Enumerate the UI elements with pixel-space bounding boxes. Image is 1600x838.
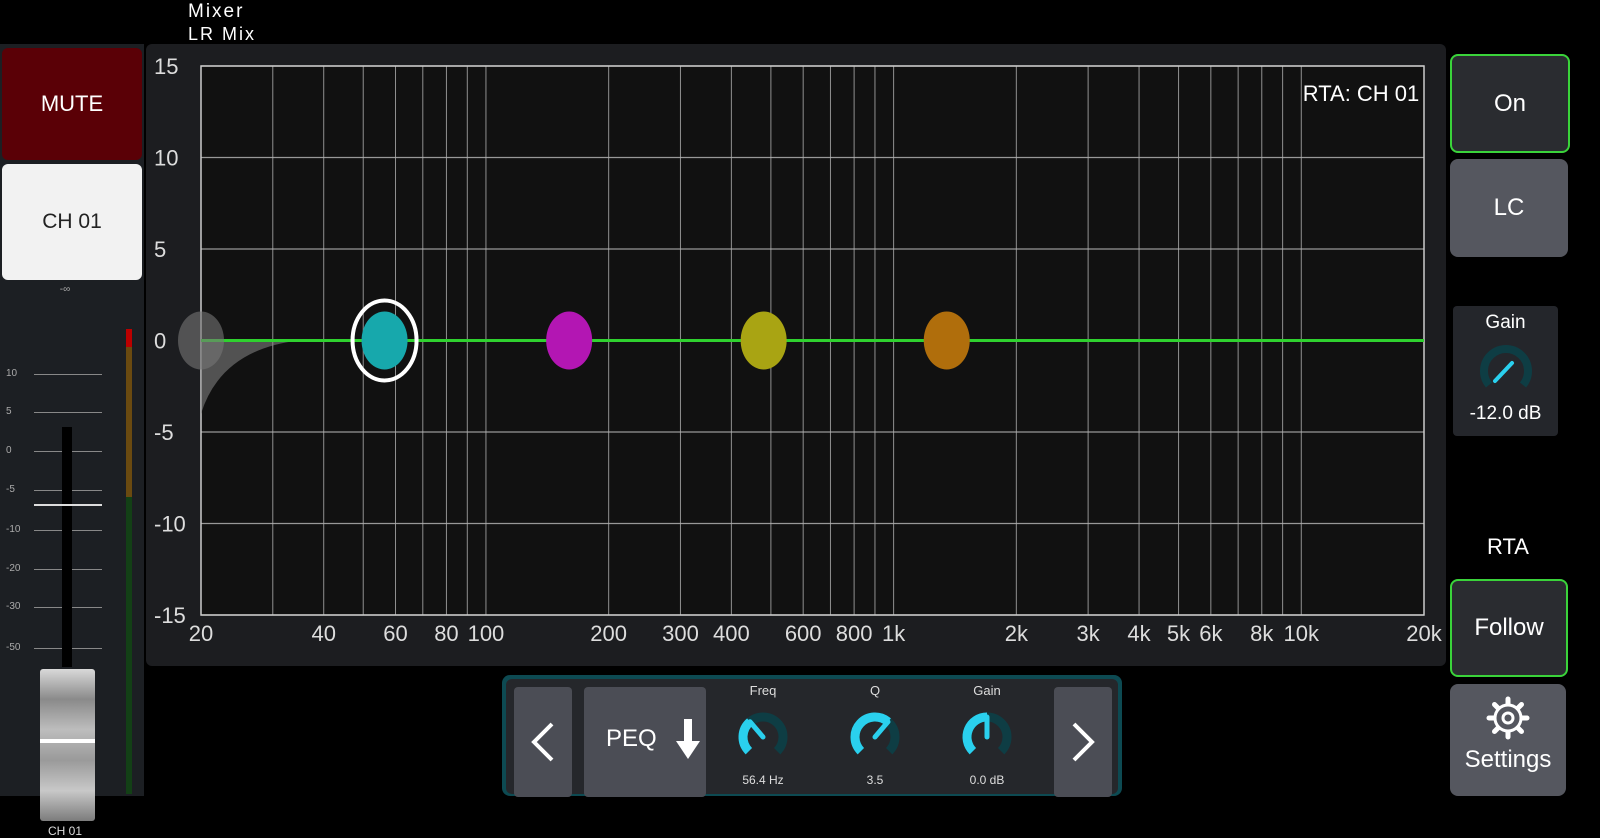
y-tick-label: 5 xyxy=(154,237,166,262)
gain-label: Gain xyxy=(973,683,1001,698)
fader-scale-tick xyxy=(34,374,102,375)
chevron-right-icon xyxy=(1072,722,1095,762)
x-tick-label: 800 xyxy=(836,621,873,646)
channel-select-button[interactable]: CH 01 xyxy=(2,164,142,280)
y-tick-label: -15 xyxy=(154,603,186,628)
q-value: 3.5 xyxy=(866,773,884,787)
x-tick-label: 3k xyxy=(1076,621,1100,646)
fader-scale-label: -5 xyxy=(6,484,15,495)
previous-band-button[interactable] xyxy=(514,687,572,797)
freq-knob[interactable]: Freq 56.4 Hz xyxy=(718,683,808,793)
eq-band-band-2[interactable] xyxy=(546,311,593,370)
fader-unity-mark xyxy=(34,504,102,506)
dial-pointer xyxy=(747,719,766,740)
channel-footer-label: CH 01 xyxy=(47,824,82,838)
x-tick-label: 60 xyxy=(383,621,407,646)
eq-gain-value: -12.0 dB xyxy=(1469,403,1542,424)
fader-scale-tick xyxy=(34,412,102,413)
x-tick-label: 6k xyxy=(1199,621,1223,646)
rta-source-label: RTA: CH 01 xyxy=(1303,81,1420,106)
fader-track xyxy=(62,427,72,667)
gain-knob[interactable]: Gain 0.0 dB xyxy=(942,683,1032,793)
fader-scale-label: 5 xyxy=(6,406,12,417)
y-tick-label: 15 xyxy=(154,54,178,79)
eq-graph[interactable]: 20 40 60 80 100 200 300 400 600 800 1k 2k 3k 4k 5k 6k 8k… xyxy=(146,44,1446,666)
mix-name: LR Mix xyxy=(188,24,257,44)
freq-label: Freq xyxy=(749,683,777,698)
top-bar: Mixer LR Mix xyxy=(0,0,1600,44)
settings-label: Settings xyxy=(1464,746,1552,773)
fader-scale-label: -30 xyxy=(6,601,21,612)
eq-band-band-3[interactable] xyxy=(740,311,787,370)
channel-strip: MUTE CH 01 -∞ 10 5 0 -5 -10 -20 -30 -50 CH 01 xyxy=(0,44,144,838)
x-tick-label: 20k xyxy=(1406,621,1442,646)
fader-scale-label: -20 xyxy=(6,563,21,574)
x-tick-label: 200 xyxy=(590,621,627,646)
dial-pointer xyxy=(872,719,891,740)
q-knob[interactable]: Q 3.5 xyxy=(830,683,920,793)
filter-type-label: PEQ xyxy=(606,725,657,752)
gain-dial-icon xyxy=(1480,345,1532,388)
x-tick-label: 80 xyxy=(434,621,458,646)
x-tick-label: 8k xyxy=(1250,621,1274,646)
y-tick-label: -5 xyxy=(154,420,174,445)
eq-on-button[interactable]: On xyxy=(1450,54,1570,153)
fader-scale-label: 10 xyxy=(6,368,18,379)
dial-arc xyxy=(962,712,988,755)
y-tick-label: -10 xyxy=(154,512,186,537)
arrow-down-icon xyxy=(676,719,700,759)
gear-icon xyxy=(1486,696,1530,740)
gain-dial-icon xyxy=(962,712,1012,755)
fader-handle[interactable] xyxy=(40,669,95,821)
app-title: Mixer xyxy=(188,1,245,22)
mute-button[interactable]: MUTE xyxy=(2,48,142,160)
fader-scale-label: -10 xyxy=(6,524,21,535)
freq-dial-icon xyxy=(738,712,788,755)
fader-scale-label: -50 xyxy=(6,642,21,653)
x-tick-label: 400 xyxy=(713,621,750,646)
fader-scale-label: 0 xyxy=(6,445,12,456)
x-tick-label: 5k xyxy=(1167,621,1191,646)
eq-gain-label: Gain xyxy=(1485,312,1526,333)
band-control-bar: PEQ Freq 56.4 Hz Q 3.5 Gain 0.0 dB xyxy=(502,675,1122,797)
eq-band-low-cut[interactable] xyxy=(178,311,224,370)
rta-follow-button[interactable]: Follow xyxy=(1450,579,1568,677)
x-tick-label: 10k xyxy=(1284,621,1320,646)
x-tick-label: 40 xyxy=(311,621,335,646)
dial-arc xyxy=(850,712,891,755)
rta-label: RTA xyxy=(1487,534,1529,559)
x-tick-label: 100 xyxy=(468,621,505,646)
meter-hot-segment xyxy=(126,347,132,497)
meter-clip-segment xyxy=(126,329,132,347)
y-tick-label: 0 xyxy=(154,329,166,354)
filter-type-selector[interactable]: PEQ xyxy=(584,687,706,797)
dial-arc xyxy=(738,718,754,755)
eq-gain-control[interactable]: Gain -12.0 dB xyxy=(1453,306,1558,436)
q-dial-icon xyxy=(850,712,900,755)
eq-band-band-4[interactable] xyxy=(923,311,970,370)
low-cut-button[interactable]: LC xyxy=(1450,159,1568,257)
meter-normal-segment xyxy=(126,497,132,794)
x-tick-label: 600 xyxy=(785,621,822,646)
right-panel: On LC Gain -12.0 dB RTA Follow Settings xyxy=(1448,44,1600,796)
x-tick-label: 20 xyxy=(189,621,213,646)
x-tick-label: 300 xyxy=(662,621,699,646)
level-readout: -∞ xyxy=(59,284,71,295)
q-label: Q xyxy=(869,683,881,698)
level-meter xyxy=(126,329,132,794)
next-band-button[interactable] xyxy=(1054,687,1112,797)
settings-button[interactable]: Settings xyxy=(1450,684,1566,796)
x-tick-label: 2k xyxy=(1005,621,1029,646)
gain-value: 0.0 dB xyxy=(969,773,1005,787)
x-tick-label: 4k xyxy=(1127,621,1151,646)
eq-band-band-1[interactable] xyxy=(361,311,408,370)
y-tick-label: 10 xyxy=(154,146,178,171)
chevron-left-icon xyxy=(531,722,554,762)
freq-value: 56.4 Hz xyxy=(742,773,784,787)
x-tick-label: 1k xyxy=(882,621,906,646)
